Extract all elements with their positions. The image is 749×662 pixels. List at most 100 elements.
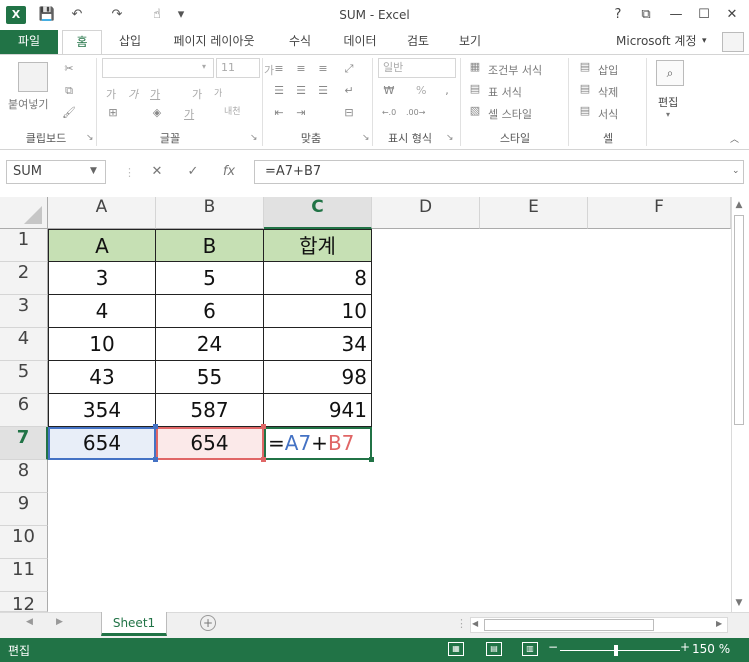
tab-formulas[interactable]: 수식 xyxy=(278,30,322,54)
delete-cells-button[interactable]: 삭제 xyxy=(598,84,618,100)
cell-c7-editing[interactable]: =A7+B7 xyxy=(264,427,372,460)
number-launcher-icon[interactable]: ↘ xyxy=(446,133,454,143)
tab-insert[interactable]: 삽입 xyxy=(108,30,152,54)
column-header-b[interactable]: B xyxy=(156,197,264,229)
avatar[interactable] xyxy=(722,32,744,52)
zoom-slider-thumb[interactable] xyxy=(614,645,618,656)
number-format-dropdown[interactable]: 일반 xyxy=(378,58,456,78)
row-header-2[interactable]: 2 xyxy=(0,262,48,295)
cell-a6[interactable]: 354 xyxy=(48,394,156,427)
percent-button[interactable]: % xyxy=(416,84,426,97)
fill-color-icon[interactable]: ◈ xyxy=(148,106,166,120)
enter-icon[interactable]: ✓ xyxy=(178,160,208,184)
undo-icon[interactable]: ↶ xyxy=(66,6,88,24)
row-header-4[interactable]: 4 xyxy=(0,328,48,361)
phonetic-button[interactable]: 내천 xyxy=(224,104,241,117)
cell-c3[interactable]: 10 xyxy=(264,295,372,328)
conditional-format-icon[interactable]: ▦ xyxy=(466,60,484,74)
orientation-icon[interactable]: ⤢ xyxy=(340,62,358,76)
bold-button[interactable]: 가 xyxy=(106,86,116,102)
conditional-format-button[interactable]: 조건부 서식 xyxy=(488,62,542,78)
tab-page-layout[interactable]: 페이지 레이아웃 xyxy=(160,30,268,54)
format-table-icon[interactable]: ▤ xyxy=(466,82,484,96)
align-bottom-icon[interactable]: ≡ xyxy=(314,62,332,76)
tab-data[interactable]: 데이터 xyxy=(332,30,388,54)
editing-button[interactable]: 편집 xyxy=(658,94,678,110)
row-header-9[interactable]: 9 xyxy=(0,493,48,526)
name-box-dropdown-icon[interactable]: ▼ xyxy=(90,166,97,176)
format-cells-button[interactable]: 서식 xyxy=(598,106,618,122)
zoom-in-icon[interactable]: + xyxy=(680,640,690,654)
close-icon[interactable]: ✕ xyxy=(718,4,746,26)
binoculars-icon[interactable]: ⌕ xyxy=(656,60,684,86)
wrap-text-icon[interactable]: ↵ xyxy=(340,84,358,98)
cell-styles-icon[interactable]: ▧ xyxy=(466,104,484,118)
cell-b1[interactable]: B xyxy=(156,229,264,262)
tab-review[interactable]: 검토 xyxy=(396,30,440,54)
font-color-button[interactable]: 가 xyxy=(184,106,194,122)
row-header-8[interactable]: 8 xyxy=(0,460,48,493)
tab-splitter-icon[interactable]: ⋮ xyxy=(456,617,467,630)
cell-a5[interactable]: 43 xyxy=(48,361,156,394)
cell-c4[interactable]: 34 xyxy=(264,328,372,361)
merge-center-icon[interactable]: ⊟ xyxy=(340,106,358,120)
cell-b6[interactable]: 587 xyxy=(156,394,264,427)
normal-view-icon[interactable]: ▦ xyxy=(448,642,464,656)
cell-b3[interactable]: 6 xyxy=(156,295,264,328)
column-header-e[interactable]: E xyxy=(480,197,588,229)
next-sheet-icon[interactable]: ▶ xyxy=(56,617,63,627)
paste-button[interactable]: 붙여넣기 xyxy=(8,96,48,112)
font-name-dropdown[interactable] xyxy=(102,58,214,78)
save-icon[interactable]: 💾 xyxy=(36,6,58,24)
account-dropdown-icon[interactable]: ▾ xyxy=(702,30,707,54)
row-header-5[interactable]: 5 xyxy=(0,361,48,394)
copy-icon[interactable]: ⧉ xyxy=(60,84,78,98)
row-header-7[interactable]: 7 xyxy=(0,427,48,460)
cell-c6[interactable]: 941 xyxy=(264,394,372,427)
account-name[interactable]: Microsoft 계정 xyxy=(616,30,697,54)
scroll-right-icon[interactable]: ▶ xyxy=(716,619,722,628)
decrease-indent-icon[interactable]: ⇤ xyxy=(270,106,288,120)
border-icon[interactable]: ⊞ xyxy=(104,106,122,120)
cut-icon[interactable]: ✂ xyxy=(60,62,78,76)
tab-view[interactable]: 보기 xyxy=(448,30,492,54)
font-grow-button[interactable]: 가 xyxy=(192,86,202,102)
cell-a2[interactable]: 3 xyxy=(48,262,156,295)
increase-decimal-icon[interactable]: ←.0 xyxy=(380,106,398,120)
scroll-down-icon[interactable]: ▼ xyxy=(731,598,747,608)
column-header-f[interactable]: F xyxy=(588,197,731,229)
column-header-d[interactable]: D xyxy=(372,197,480,229)
cell-styles-button[interactable]: 셀 스타일 xyxy=(488,106,532,122)
formula-input[interactable]: =A7+B7 xyxy=(254,160,744,184)
page-break-view-icon[interactable]: ▥ xyxy=(522,642,538,656)
format-table-button[interactable]: 표 서식 xyxy=(488,84,522,100)
cell-b2[interactable]: 5 xyxy=(156,262,264,295)
redo-icon[interactable]: ↷ xyxy=(106,6,128,24)
cell-c2[interactable]: 8 xyxy=(264,262,372,295)
help-icon[interactable]: ? xyxy=(604,4,632,26)
row-header-10[interactable]: 10 xyxy=(0,526,48,559)
insert-function-icon[interactable]: fx xyxy=(214,160,244,184)
align-right-icon[interactable]: ☰ xyxy=(314,84,332,98)
cell-b4[interactable]: 24 xyxy=(156,328,264,361)
cancel-icon[interactable]: ✕ xyxy=(142,160,172,184)
cell-c1[interactable]: 합계 xyxy=(264,229,372,262)
zoom-level[interactable]: 150 % xyxy=(692,642,730,656)
customize-qat-icon[interactable]: ▾ xyxy=(170,6,192,24)
scroll-left-icon[interactable]: ◀ xyxy=(472,619,478,628)
minimize-icon[interactable]: — xyxy=(662,4,690,26)
insert-cells-icon[interactable]: ▤ xyxy=(576,60,594,74)
row-header-6[interactable]: 6 xyxy=(0,394,48,427)
comma-style-icon[interactable]: , xyxy=(438,84,456,98)
font-shrink-button[interactable]: 가 xyxy=(214,86,222,99)
prev-sheet-icon[interactable]: ◀ xyxy=(26,617,33,627)
expand-formula-bar-icon[interactable]: ⌄ xyxy=(732,166,740,176)
cell-a7[interactable]: 654 xyxy=(48,427,156,460)
align-left-icon[interactable]: ☰ xyxy=(270,84,288,98)
row-header-3[interactable]: 3 xyxy=(0,295,48,328)
currency-icon[interactable]: ₩ xyxy=(380,84,398,98)
maximize-icon[interactable]: ☐ xyxy=(690,4,718,26)
fill-handle[interactable] xyxy=(369,457,374,462)
cell-c5[interactable]: 98 xyxy=(264,361,372,394)
scroll-up-icon[interactable]: ▲ xyxy=(731,200,747,210)
